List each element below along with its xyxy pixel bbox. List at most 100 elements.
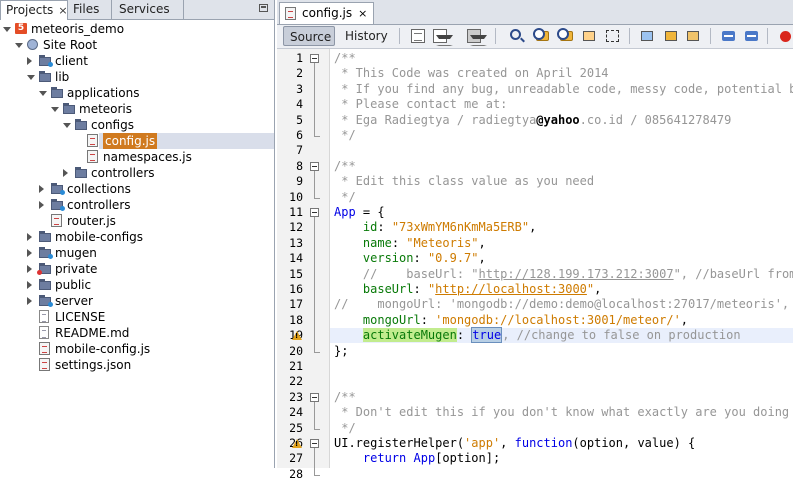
code-line[interactable]: * Ega Radiegtya / radiegtya@yahoo.co.id … (334, 113, 731, 128)
tree-item[interactable]: README.md (0, 325, 274, 341)
code-line[interactable]: mongoUrl: 'mongodb://localhost:3001/mete… (334, 313, 688, 328)
js-file-icon (39, 358, 50, 371)
code-line[interactable]: UI.registerHelper('app', function(option… (334, 436, 695, 451)
find-next-icon[interactable] (557, 28, 573, 41)
tree-item[interactable]: config.js (0, 133, 274, 149)
next-bookmark-icon[interactable] (665, 31, 677, 41)
collapsed-arrow-icon[interactable] (27, 57, 32, 65)
tab-services[interactable]: Services (114, 0, 184, 19)
previous-bookmark-icon[interactable] (641, 31, 653, 41)
tree-item[interactable]: mobile-config.js (0, 341, 274, 357)
code-line[interactable]: name: "Meteoris", (334, 236, 486, 251)
tree-item[interactable]: controllers (0, 197, 274, 213)
code-line[interactable]: App = { (334, 205, 385, 220)
expanded-arrow-icon[interactable] (15, 43, 23, 48)
current-code-line[interactable]: activateMugen: true, //change to false o… (330, 327, 793, 344)
tab-projects[interactable]: Projects × (0, 0, 68, 20)
expanded-arrow-icon[interactable] (51, 107, 59, 112)
tree-item[interactable]: server (0, 293, 274, 309)
start-macro-recording-icon[interactable] (780, 31, 791, 42)
last-edit-icon[interactable] (411, 29, 425, 43)
expanded-arrow-icon[interactable] (39, 91, 47, 96)
minimize-icon[interactable] (259, 4, 268, 12)
code-line[interactable]: return App[option]; (334, 451, 500, 466)
tab-config-js[interactable]: config.js × (279, 2, 375, 24)
close-icon[interactable]: × (358, 7, 367, 20)
find-selection-icon[interactable] (510, 29, 521, 40)
tree-item[interactable]: configs (0, 117, 274, 133)
code-line[interactable]: * This Code was created on April 2014 (334, 66, 608, 81)
expanded-arrow-icon[interactable] (27, 75, 35, 80)
code-line[interactable]: /** (334, 390, 356, 405)
line-number: 21 (289, 359, 303, 373)
tree-item[interactable]: LICENSE (0, 309, 274, 325)
code-line[interactable]: * Edit this class value as you need (334, 174, 594, 189)
code-line[interactable]: */ (334, 190, 355, 205)
collapsed-arrow-icon[interactable] (27, 233, 32, 241)
code-token: : (413, 282, 428, 296)
tree-item[interactable]: mobile-configs (0, 229, 274, 245)
expanded-arrow-icon[interactable] (3, 27, 11, 32)
code-line[interactable]: baseUrl: "http://localhost:3000", (334, 282, 601, 297)
tree-item[interactable]: Site Root (0, 37, 274, 53)
history-button[interactable]: History (339, 26, 393, 46)
collapsed-arrow-icon[interactable] (27, 249, 32, 257)
fold-icon[interactable] (310, 54, 319, 63)
code-line[interactable]: }; (334, 344, 348, 359)
back-icon[interactable] (433, 29, 453, 46)
tree-item[interactable]: private (0, 261, 274, 277)
code-line[interactable]: id: "73xWmYM6nKmMa5ERB", (334, 220, 536, 235)
tree-item[interactable]: router.js (0, 213, 274, 229)
toggle-rectangular-selection-icon[interactable] (606, 30, 619, 42)
code-line[interactable]: * Please contact me at: (334, 97, 507, 112)
code-token: @yahoo (536, 112, 580, 127)
tree-item[interactable]: namespaces.js (0, 149, 274, 165)
collapsed-arrow-icon[interactable] (63, 169, 68, 177)
fold-icon[interactable] (310, 439, 319, 448)
toggle-bookmark-icon[interactable] (687, 31, 699, 41)
collapsed-arrow-icon[interactable] (39, 201, 44, 209)
shift-right-icon[interactable] (745, 31, 758, 41)
code-line[interactable]: // baseUrl: "http://128.199.173.212:3007… (334, 267, 793, 282)
expanded-arrow-icon[interactable] (63, 123, 71, 128)
tree-item[interactable]: controllers (0, 165, 274, 181)
collapsed-arrow-icon[interactable] (27, 281, 32, 289)
forward-icon[interactable] (467, 29, 487, 46)
line-number-gutter: 1234567891011121314151617181920212223242… (277, 49, 330, 481)
tree-item[interactable]: meteoris (0, 101, 274, 117)
collapsed-arrow-icon[interactable] (27, 297, 32, 305)
code-line[interactable]: /** (334, 51, 356, 66)
warning-icon[interactable] (292, 331, 302, 341)
fold-icon[interactable] (310, 392, 319, 402)
tree-item[interactable]: 5 meteoris_demo (0, 21, 274, 37)
collapsed-arrow-icon[interactable] (39, 185, 44, 193)
tree-item[interactable]: settings.json (0, 357, 274, 373)
tree-item[interactable]: lib (0, 69, 274, 85)
tree-item[interactable]: collections (0, 181, 274, 197)
tree-item[interactable]: client (0, 53, 274, 69)
tree-item[interactable]: applications (0, 85, 274, 101)
tree-item[interactable]: mugen (0, 245, 274, 261)
fold-icon[interactable] (310, 161, 319, 171)
close-icon[interactable]: × (58, 4, 67, 17)
warning-icon[interactable] (292, 439, 302, 448)
tree-item[interactable]: public (0, 277, 274, 293)
collapsed-arrow-icon[interactable] (27, 265, 32, 273)
code-line[interactable]: */ (334, 128, 355, 143)
code-line[interactable]: */ (334, 421, 355, 436)
fold-icon[interactable] (310, 208, 319, 217)
code-line[interactable]: * If you find any bug, unreadable code, … (334, 82, 793, 97)
find-previous-icon[interactable] (533, 28, 549, 41)
code-line[interactable]: // mongoUrl: 'mongodb://demo:demo@localh… (334, 297, 793, 312)
code-line[interactable]: * Don't edit this if you don't know what… (334, 405, 789, 420)
tab-files[interactable]: Files (68, 0, 112, 19)
code-line[interactable]: version: "0.9.7", (334, 251, 486, 266)
code-area[interactable]: /** * This Code was created on April 201… (330, 49, 793, 468)
toggle-highlight-icon[interactable] (583, 31, 595, 41)
source-button[interactable]: Source (283, 26, 335, 46)
code-line[interactable]: /** (334, 159, 356, 174)
fold-guide-end (314, 474, 320, 476)
shift-left-icon[interactable] (722, 31, 735, 41)
